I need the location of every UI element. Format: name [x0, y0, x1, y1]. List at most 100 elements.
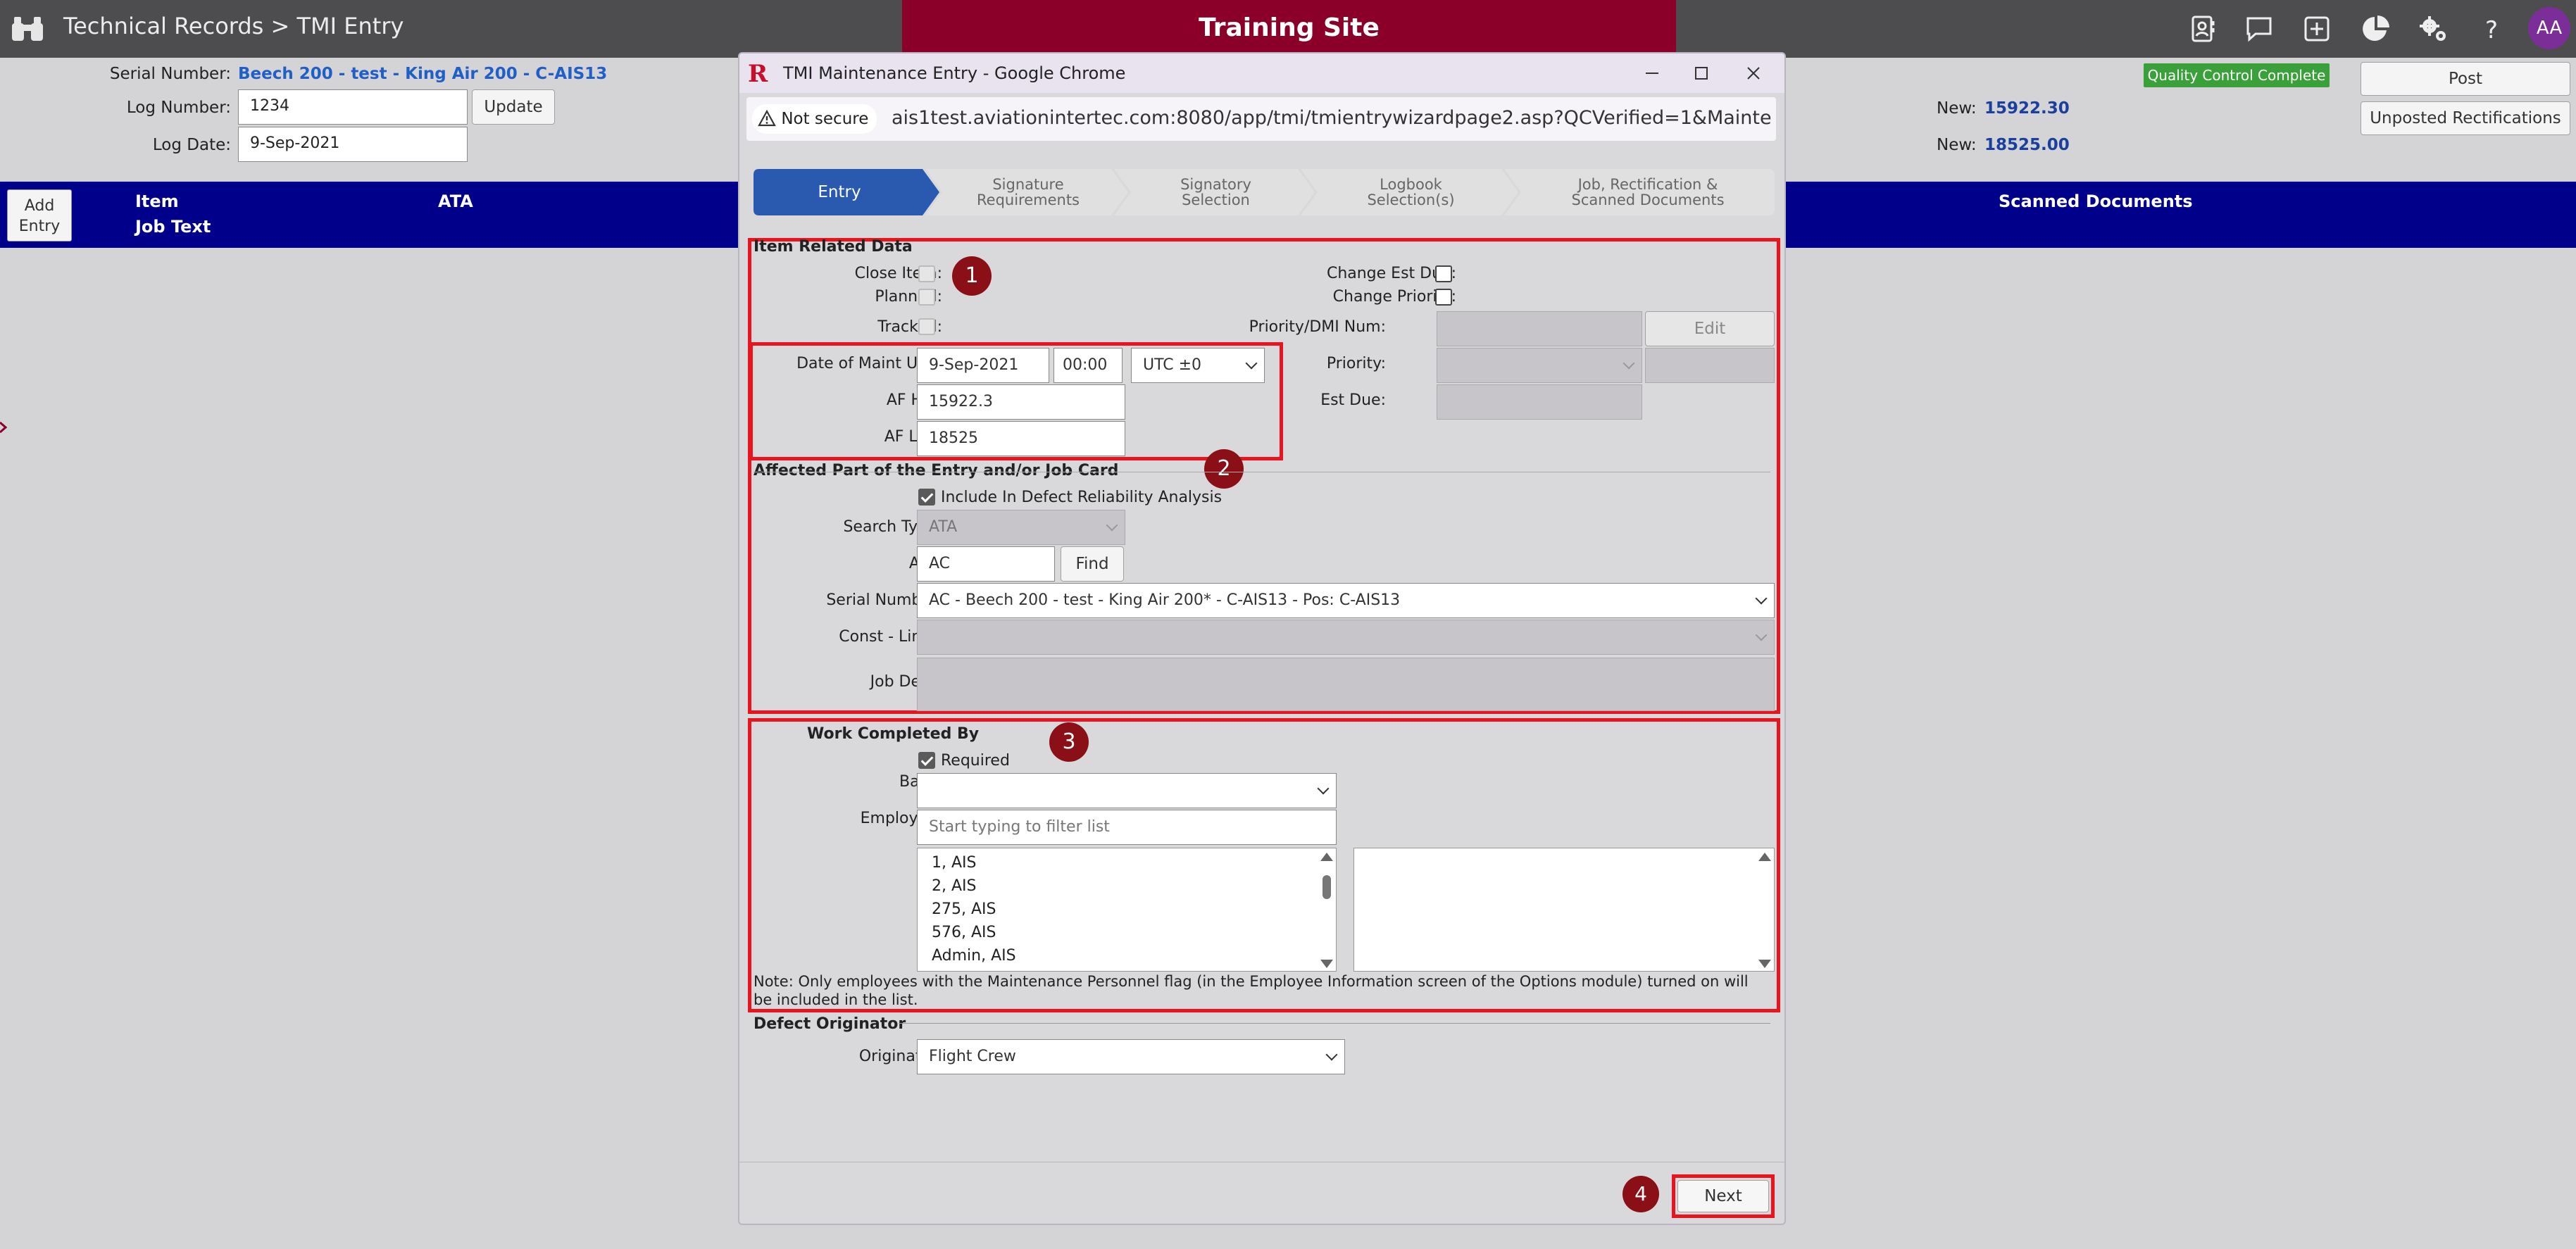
serial-number-label: Serial Number:: [109, 65, 231, 83]
tracked-checkbox[interactable]: [918, 318, 935, 335]
scroll-up-icon[interactable]: [1758, 853, 1771, 861]
scroll-up-icon[interactable]: [1320, 853, 1333, 861]
include-defect-reliability-label: Include In Defect Reliability Analysis: [941, 489, 1223, 506]
af-ldg-input[interactable]: 18525: [917, 421, 1125, 456]
search-type-value: ATA: [929, 518, 958, 536]
wizard-step-logbook-selection[interactable]: Logbook Selection(s): [1318, 169, 1504, 215]
breadcrumb-parent[interactable]: Technical Records: [63, 13, 263, 39]
const-limit-select[interactable]: [917, 620, 1775, 655]
contact-card-icon[interactable]: [2183, 10, 2222, 48]
pie-chart-icon[interactable]: [2356, 10, 2396, 48]
dialog-titlebar[interactable]: R TMI Maintenance Entry - Google Chrome: [739, 54, 1784, 93]
planned-checkbox[interactable]: [918, 289, 935, 306]
scrollbar-thumb[interactable]: [1323, 875, 1331, 899]
date-of-maint-input[interactable]: 9-Sep-2021: [917, 348, 1049, 383]
required-checkbox[interactable]: [918, 752, 935, 769]
column-scanned-documents[interactable]: Scanned Documents: [1999, 192, 2193, 211]
wizard-step-entry[interactable]: Entry: [754, 169, 925, 215]
minimize-icon[interactable]: [1630, 59, 1675, 87]
binoculars-icon[interactable]: [11, 14, 44, 42]
add-square-icon[interactable]: [2297, 10, 2337, 48]
wizard-step-signature-requirements[interactable]: Signature Requirements: [942, 169, 1114, 215]
include-defect-reliability-checkbox[interactable]: [918, 489, 935, 506]
new-landings-label: New:: [1937, 136, 1977, 154]
priority-extra-field[interactable]: [1645, 348, 1775, 383]
change-est-due-checkbox[interactable]: [1435, 265, 1452, 282]
step-label: Selection: [1182, 192, 1250, 208]
chevron-down-icon: [1622, 357, 1635, 370]
close-icon[interactable]: [1731, 59, 1776, 87]
step-label: Selection(s): [1367, 192, 1455, 208]
address-bar[interactable]: Not secure ais1test.aviationintertec.com…: [746, 97, 1776, 141]
list-item[interactable]: 1, AIS: [932, 854, 977, 872]
time-input[interactable]: 00:00: [1053, 348, 1123, 383]
column-item[interactable]: Item: [135, 192, 179, 211]
list-item[interactable]: 576, AIS: [932, 924, 996, 941]
close-item-checkbox[interactable]: [918, 265, 935, 282]
list-item[interactable]: 2, AIS: [932, 877, 977, 895]
employee-filter-input[interactable]: Start typing to filter list: [917, 810, 1337, 845]
avatar[interactable]: AA: [2528, 7, 2570, 49]
log-number-label: Log Number:: [126, 99, 231, 117]
est-due-input[interactable]: [1437, 384, 1642, 420]
post-button[interactable]: Post: [2361, 62, 2570, 96]
chevron-down-icon: [1755, 592, 1768, 605]
add-entry-button[interactable]: Add Entry: [7, 189, 72, 241]
next-button[interactable]: Next: [1677, 1180, 1769, 1212]
section-divider: [899, 1023, 1770, 1024]
scroll-down-icon[interactable]: [1320, 960, 1333, 968]
column-job-text[interactable]: Job Text: [135, 217, 211, 237]
step-label: Job, Rectification &: [1577, 176, 1718, 193]
serial-number-link[interactable]: Beech 200 - test - King Air 200 - C-AIS1…: [238, 65, 607, 83]
not-secure-label: Not secure: [781, 110, 869, 128]
wizard-steps: Entry Signature Requirements Signatory Sel…: [754, 169, 1775, 215]
column-ata[interactable]: ATA: [438, 192, 473, 211]
log-number-input[interactable]: 1234: [238, 89, 468, 125]
maximize-icon[interactable]: [1679, 59, 1724, 87]
base-select[interactable]: [917, 773, 1337, 808]
employee-note-line1: Note: Only employees with the Maintenanc…: [754, 973, 1749, 990]
find-button[interactable]: Find: [1061, 546, 1124, 582]
employee-note-line2: be included in the list.: [754, 991, 918, 1008]
chevron-down-icon: [1325, 1048, 1338, 1061]
wizard-step-job-rectification[interactable]: Job, Rectification & Scanned Documents: [1521, 169, 1775, 215]
list-item[interactable]: 275, AIS: [932, 900, 996, 918]
scrollbar[interactable]: [1758, 853, 1771, 968]
timezone-select[interactable]: UTC ±0: [1131, 348, 1265, 383]
quality-control-badge: Quality Control Complete: [2144, 63, 2330, 87]
step-label: Signature: [992, 176, 1064, 193]
wizard-step-signatory-selection[interactable]: Signatory Selection: [1131, 169, 1301, 215]
add-entry-label-line2: Entry: [18, 218, 61, 235]
unposted-rectifications-button[interactable]: Unposted Rectifications: [2361, 101, 2570, 135]
work-completed-by-title: Work Completed By: [807, 725, 980, 743]
scroll-down-icon[interactable]: [1758, 960, 1771, 968]
tmi-maintenance-entry-dialog: R TMI Maintenance Entry - Google Chrome …: [738, 52, 1786, 1225]
job-desc-textarea[interactable]: [917, 658, 1775, 711]
collapse-arrow-icon[interactable]: [0, 421, 7, 434]
security-indicator[interactable]: Not secure: [752, 104, 877, 134]
employee-list[interactable]: 1, AIS 2, AIS 275, AIS 576, AIS Admin, A…: [917, 848, 1337, 972]
selected-employees-list[interactable]: [1353, 848, 1775, 972]
new-hours-value: 15922.30: [1984, 99, 2070, 118]
ata-input[interactable]: AC: [917, 546, 1055, 582]
change-priority-checkbox[interactable]: [1435, 289, 1452, 306]
list-item[interactable]: Admin, AIS: [932, 947, 1016, 965]
help-icon[interactable]: ?: [2472, 10, 2511, 48]
url-text[interactable]: ais1test.aviationintertec.com:8080/app/t…: [892, 107, 1772, 129]
log-date-input[interactable]: 9-Sep-2021: [238, 127, 468, 162]
timezone-value: UTC ±0: [1143, 356, 1202, 374]
search-type-select[interactable]: ATA: [917, 510, 1125, 545]
comment-icon[interactable]: [2239, 10, 2279, 48]
edit-button[interactable]: Edit: [1645, 311, 1775, 346]
scrollbar[interactable]: [1320, 853, 1333, 968]
step-label: Signatory: [1180, 176, 1251, 193]
serial-number-select[interactable]: AC - Beech 200 - test - King Air 200* - …: [917, 583, 1775, 618]
update-button[interactable]: Update: [472, 89, 555, 125]
serial-number-value: AC - Beech 200 - test - King Air 200* - …: [929, 591, 1401, 609]
af-hrs-input[interactable]: 15922.3: [917, 384, 1125, 420]
settings-gears-icon[interactable]: [2414, 10, 2453, 48]
priority-select[interactable]: [1437, 348, 1642, 383]
priority-dmi-num-input[interactable]: [1437, 311, 1642, 346]
priority-dmi-num-label: Priority/DMI Num:: [1249, 318, 1386, 336]
originator-select[interactable]: Flight Crew: [917, 1039, 1345, 1074]
